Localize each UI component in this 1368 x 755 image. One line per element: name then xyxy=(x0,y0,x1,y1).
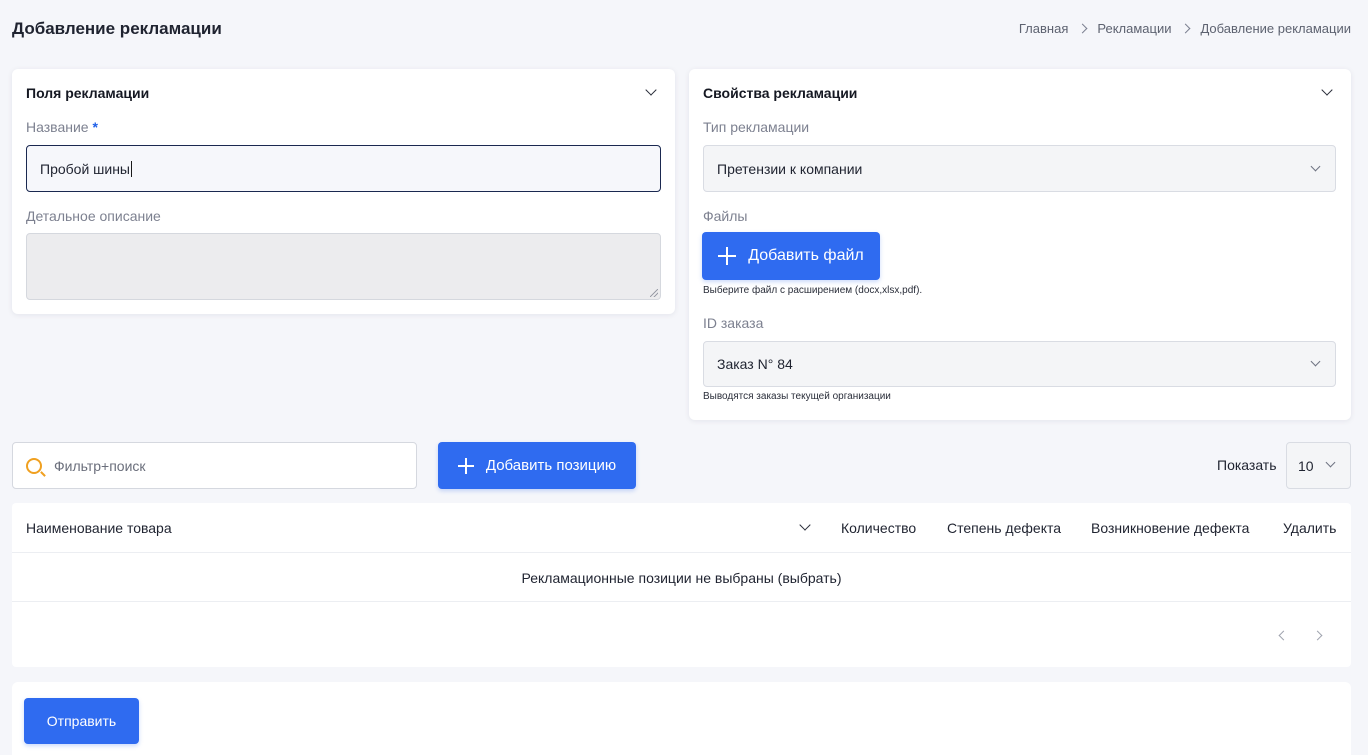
search-icon xyxy=(26,457,42,474)
submit-button[interactable]: Отправить xyxy=(24,698,139,744)
header-divider xyxy=(12,552,1351,553)
collapse-chevron-icon[interactable] xyxy=(645,84,657,96)
name-label: Название * xyxy=(26,119,98,135)
breadcrumb: Главная Рекламации Добавление рекламации xyxy=(1019,21,1351,36)
column-header-product: Наименование товара xyxy=(26,520,172,536)
column-dropdown-chevron-icon[interactable] xyxy=(799,519,811,531)
properties-card-title: Свойства рекламации xyxy=(703,85,858,101)
order-label: ID заказа xyxy=(703,315,764,331)
type-label: Тип рекламации xyxy=(703,119,810,135)
order-select[interactable]: Заказ N° 84 xyxy=(703,341,1336,387)
prev-page-icon[interactable] xyxy=(1278,630,1289,641)
breadcrumb-claims[interactable]: Рекламации xyxy=(1097,21,1171,36)
page-size-value: 10 xyxy=(1298,457,1314,474)
type-select[interactable]: Претензии к компании xyxy=(703,145,1336,192)
add-position-button[interactable]: Добавить позицию xyxy=(438,442,636,489)
add-position-label: Добавить позицию xyxy=(485,457,617,474)
fields-card: Поля рекламации Название * Пробой шины Д… xyxy=(12,69,675,314)
plus-icon xyxy=(457,457,474,474)
chevron-down-icon xyxy=(1310,161,1321,172)
files-label: Файлы xyxy=(703,208,748,224)
order-select-value: Заказ N° 84 xyxy=(717,356,793,372)
order-hint: Выводятся заказы текущей организации xyxy=(703,391,891,402)
page-title: Добавление рекламации xyxy=(12,19,222,38)
breadcrumb-home[interactable]: Главная xyxy=(1019,21,1068,36)
description-textarea[interactable] xyxy=(26,233,661,300)
required-mark: * xyxy=(92,119,98,135)
row-divider xyxy=(12,601,1351,602)
fields-card-title: Поля рекламации xyxy=(26,85,150,101)
name-input-value: Пробой шины xyxy=(40,160,130,177)
add-file-button[interactable]: Добавить файл xyxy=(702,232,880,280)
show-label: Показать xyxy=(1217,457,1277,473)
resize-handle-icon[interactable] xyxy=(650,289,658,297)
column-header-defect-degree: Степень дефекта xyxy=(947,520,1062,536)
chevron-right-icon xyxy=(1077,23,1088,34)
chevron-down-icon xyxy=(1310,356,1321,367)
add-file-label: Добавить файл xyxy=(748,247,864,264)
next-page-icon[interactable] xyxy=(1312,630,1323,641)
chevron-down-icon xyxy=(1325,457,1336,468)
column-header-defect-origin: Возникновение дефекта xyxy=(1091,520,1250,536)
type-select-value: Претензии к компании xyxy=(717,160,863,177)
submit-label: Отправить xyxy=(46,713,117,729)
plus-icon xyxy=(718,247,737,265)
page-size-select[interactable]: 10 xyxy=(1286,442,1351,489)
name-input[interactable]: Пробой шины xyxy=(26,145,661,192)
description-label: Детальное описание xyxy=(26,208,161,224)
column-header-delete: Удалить xyxy=(1283,520,1337,536)
text-caret xyxy=(131,160,132,177)
files-hint: Выберите файл с расширением (docx,xlsx,p… xyxy=(703,285,923,296)
chevron-right-icon xyxy=(1181,23,1191,34)
properties-card: Свойства рекламации Тип рекламации Прете… xyxy=(689,69,1351,420)
search-placeholder: Фильтр+поиск xyxy=(54,457,146,474)
submit-bar: Отправить xyxy=(12,682,1351,755)
column-header-quantity: Количество xyxy=(841,520,917,536)
breadcrumb-current: Добавление рекламации xyxy=(1200,21,1351,36)
collapse-chevron-icon[interactable] xyxy=(1321,84,1333,96)
search-input[interactable]: Фильтр+поиск xyxy=(12,442,417,489)
empty-message[interactable]: Рекламационные позиции не выбраны (выбра… xyxy=(12,570,1351,586)
positions-table: Наименование товара Количество Степень д… xyxy=(12,503,1351,667)
